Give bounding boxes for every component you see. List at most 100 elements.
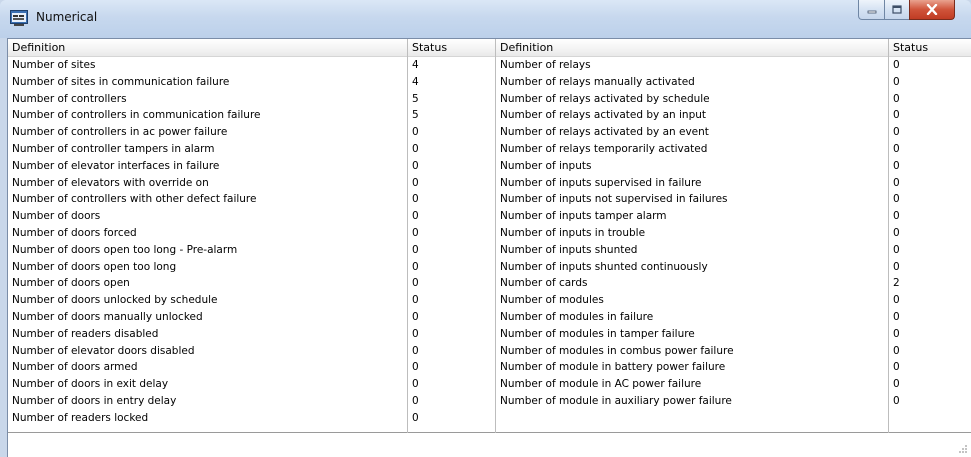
close-icon (926, 4, 938, 15)
right-row-status[interactable]: 0 (889, 91, 971, 108)
right-row-definition[interactable]: Number of modules (496, 292, 888, 309)
right-row-status[interactable]: 0 (889, 57, 971, 74)
right-row-definition[interactable]: Number of relays activated by schedule (496, 91, 888, 108)
right-row-status[interactable]: 0 (889, 393, 971, 410)
column-header-status-right[interactable]: Status (889, 39, 971, 57)
left-row-definition[interactable]: Number of sites in communication failure (8, 74, 407, 91)
left-row-status[interactable]: 0 (408, 158, 495, 175)
left-row-status[interactable]: 0 (408, 376, 495, 393)
right-row-status[interactable]: 2 (889, 275, 971, 292)
right-row-definition[interactable]: Number of modules in tamper failure (496, 326, 888, 343)
left-row-status[interactable]: 0 (408, 242, 495, 259)
left-row-status[interactable]: 0 (408, 359, 495, 376)
right-row-status[interactable]: 0 (889, 225, 971, 242)
maximize-button[interactable] (884, 0, 910, 20)
left-row-status[interactable]: 0 (408, 191, 495, 208)
left-row-status[interactable]: 0 (408, 292, 495, 309)
column-header-definition-left[interactable]: Definition (8, 39, 407, 57)
left-row-definition[interactable]: Number of doors forced (8, 225, 407, 242)
left-row-status[interactable]: 0 (408, 309, 495, 326)
column-header-definition-right[interactable]: Definition (496, 39, 888, 57)
left-row-definition[interactable]: Number of sites (8, 57, 407, 74)
left-row-status[interactable]: 0 (408, 393, 495, 410)
minimize-button[interactable] (858, 0, 885, 20)
left-row-definition[interactable]: Number of doors armed (8, 359, 407, 376)
left-row-definition[interactable]: Number of doors in exit delay (8, 376, 407, 393)
left-row-definition[interactable]: Number of doors open too long (8, 259, 407, 276)
column-header-status-left[interactable]: Status (408, 39, 495, 57)
right-row-definition[interactable]: Number of inputs tamper alarm (496, 208, 888, 225)
right-row-definition[interactable]: Number of inputs shunted continuously (496, 259, 888, 276)
right-row-definition[interactable]: Number of inputs (496, 158, 888, 175)
left-row-status[interactable]: 0 (408, 410, 495, 427)
left-row-definition[interactable]: Number of doors open (8, 275, 407, 292)
right-row-status[interactable]: 0 (889, 359, 971, 376)
right-row-status[interactable]: 0 (889, 107, 971, 124)
right-row-status[interactable]: 0 (889, 309, 971, 326)
left-row-status[interactable]: 5 (408, 91, 495, 108)
left-row-definition[interactable]: Number of controllers (8, 91, 407, 108)
left-row-status[interactable]: 0 (408, 343, 495, 360)
right-row-status[interactable]: 0 (889, 191, 971, 208)
resize-grip-icon[interactable] (958, 444, 968, 454)
right-row-definition[interactable]: Number of relays (496, 57, 888, 74)
right-row-status[interactable]: 0 (889, 175, 971, 192)
right-row-definition[interactable]: Number of relays activated by an event (496, 124, 888, 141)
right-row-status[interactable]: 0 (889, 376, 971, 393)
right-row-definition[interactable]: Number of module in auxiliary power fail… (496, 393, 888, 410)
left-row-definition[interactable]: Number of controllers with other defect … (8, 191, 407, 208)
left-row-definition[interactable]: Number of controllers in ac power failur… (8, 124, 407, 141)
left-row-status[interactable]: 0 (408, 225, 495, 242)
right-row-status[interactable]: 0 (889, 74, 971, 91)
right-row-status[interactable]: 0 (889, 242, 971, 259)
left-row-status[interactable]: 0 (408, 326, 495, 343)
left-row-definition[interactable]: Number of controller tampers in alarm (8, 141, 407, 158)
left-row-definition[interactable]: Number of doors (8, 208, 407, 225)
app-window-icon (10, 10, 28, 26)
left-row-definition[interactable]: Number of elevator interfaces in failure (8, 158, 407, 175)
right-row-status[interactable]: 0 (889, 343, 971, 360)
left-row-status[interactable]: 0 (408, 124, 495, 141)
left-row-status[interactable]: 0 (408, 208, 495, 225)
right-row-definition[interactable]: Number of modules in failure (496, 309, 888, 326)
left-row-definition[interactable]: Number of doors unlocked by schedule (8, 292, 407, 309)
right-row-definition[interactable]: Number of inputs in trouble (496, 225, 888, 242)
right-row-status[interactable]: 0 (889, 124, 971, 141)
left-row-status[interactable]: 0 (408, 141, 495, 158)
left-row-status[interactable]: 0 (408, 259, 495, 276)
left-row-definition[interactable]: Number of controllers in communication f… (8, 107, 407, 124)
right-row-status[interactable]: 0 (889, 259, 971, 276)
left-row-definition[interactable]: Number of doors manually unlocked (8, 309, 407, 326)
left-row-definition[interactable]: Number of doors in entry delay (8, 393, 407, 410)
left-row-definition[interactable]: Number of readers locked (8, 410, 407, 427)
right-row-definition[interactable]: Number of relays activated by an input (496, 107, 888, 124)
right-row-status[interactable]: 0 (889, 326, 971, 343)
left-row-status[interactable]: 4 (408, 57, 495, 74)
title-bar[interactable]: Numerical (0, 0, 971, 38)
close-button[interactable] (909, 0, 955, 20)
right-row-status[interactable]: 0 (889, 141, 971, 158)
right-row-definition[interactable]: Number of relays manually activated (496, 74, 888, 91)
right-row-status[interactable]: 0 (889, 158, 971, 175)
left-row-definition[interactable]: Number of readers disabled (8, 326, 407, 343)
left-row-definition[interactable]: Number of elevator doors disabled (8, 343, 407, 360)
right-row-definition[interactable]: Number of cards (496, 275, 888, 292)
right-row-definition[interactable]: Number of inputs not supervised in failu… (496, 191, 888, 208)
right-row-status[interactable]: 0 (889, 292, 971, 309)
right-row-definition[interactable]: Number of inputs supervised in failure (496, 175, 888, 192)
right-row-definition[interactable]: Number of relays temporarily activated (496, 141, 888, 158)
right-row-definition[interactable]: Number of inputs shunted (496, 242, 888, 259)
right-row-definition[interactable]: Number of modules in combus power failur… (496, 343, 888, 360)
left-row-status[interactable]: 0 (408, 275, 495, 292)
left-row-status[interactable]: 5 (408, 107, 495, 124)
numerical-window: Numerical Definition Number of sites Numb… (0, 0, 971, 457)
left-row-definition[interactable]: Number of elevators with override on (8, 175, 407, 192)
right-row-definition[interactable]: Number of module in battery power failur… (496, 359, 888, 376)
left-row-status[interactable]: 4 (408, 74, 495, 91)
left-row-status[interactable]: 0 (408, 175, 495, 192)
left-status-column: Status 4455000000000000000000 (408, 39, 496, 433)
right-row-status[interactable]: 0 (889, 208, 971, 225)
numerical-grid[interactable]: Definition Number of sites Number of site… (8, 39, 971, 433)
left-row-definition[interactable]: Number of doors open too long - Pre-alar… (8, 242, 407, 259)
right-row-definition[interactable]: Number of module in AC power failure (496, 376, 888, 393)
